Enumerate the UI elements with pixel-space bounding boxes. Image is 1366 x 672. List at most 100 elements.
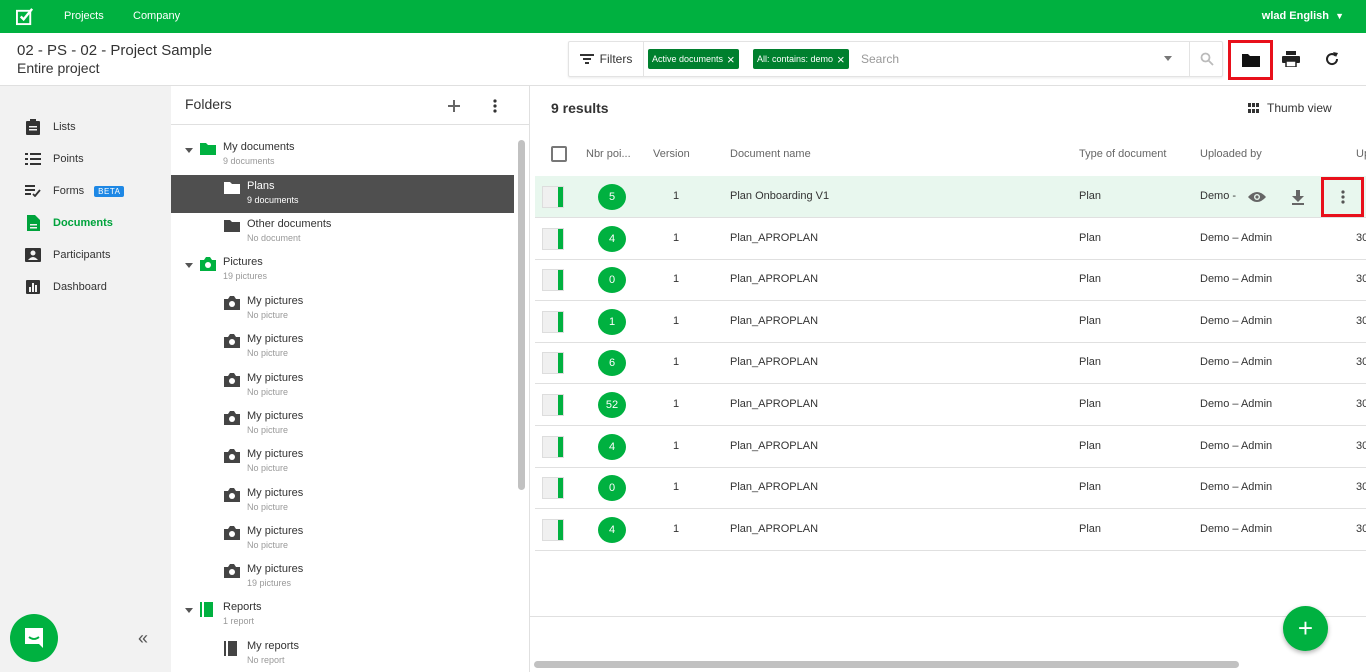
document-type-cell: Plan — [1079, 231, 1102, 244]
download-button[interactable] — [1285, 184, 1311, 210]
folder-tree-item[interactable]: My reports No report — [171, 635, 514, 672]
uploaded-cell: 30 — [1356, 439, 1366, 452]
table-row[interactable]: 4 1 Plan_APROPLAN Plan Demo – Admin 30 — [535, 426, 1366, 468]
folder-tree-item[interactable]: My pictures No picture — [171, 328, 514, 366]
folder-count: 9 documents — [247, 195, 299, 205]
document-thumbnail[interactable] — [542, 310, 564, 333]
document-thumbnail[interactable] — [542, 394, 564, 416]
table-row[interactable]: 5 1 Plan Onboarding V1 Plan Demo - — [535, 176, 1366, 218]
folder-tree-item[interactable]: Plans 9 documents — [171, 175, 514, 213]
table-row[interactable]: 6 1 Plan_APROPLAN Plan Demo – Admin 30 — [535, 342, 1366, 385]
close-icon[interactable]: × — [837, 53, 845, 66]
folder-tree-item[interactable]: My pictures No picture — [171, 520, 514, 558]
refresh-button[interactable] — [1313, 41, 1351, 77]
user-menu[interactable]: wlad English ▼ — [1262, 10, 1344, 22]
folder-scrollbar-thumb[interactable] — [518, 140, 525, 490]
document-thumbnail[interactable] — [542, 518, 564, 541]
document-name-cell: Plan_APROPLAN — [730, 481, 819, 494]
camera-icon — [224, 373, 240, 389]
points-badge: 4 — [598, 516, 626, 543]
column-header-version[interactable]: Version — [653, 148, 690, 160]
table-row[interactable]: 0 1 Plan_APROPLAN Plan Demo – Admin 30 — [535, 259, 1366, 302]
collapse-sidebar-icon[interactable]: « — [138, 628, 148, 649]
column-header-points[interactable]: Nbr poi... — [586, 148, 631, 160]
checklist-icon — [25, 183, 41, 199]
document-name-cell: Plan_APROPLAN — [730, 356, 819, 369]
project-scope[interactable]: Entire project — [17, 60, 99, 76]
thumb-view-button[interactable]: Thumb view — [1248, 101, 1332, 115]
table-row[interactable]: 4 1 Plan_APROPLAN Plan Demo – Admin 30 — [535, 509, 1366, 551]
more-vertical-icon — [1340, 190, 1345, 204]
camera-icon — [200, 257, 216, 273]
document-thumbnail[interactable] — [542, 477, 564, 500]
filters-button[interactable]: Filters — [569, 42, 644, 76]
table-row[interactable]: 52 1 Plan_APROPLAN Plan Demo – Admin 30 — [535, 384, 1366, 426]
close-icon[interactable]: × — [727, 53, 735, 66]
row-more-button[interactable] — [1321, 177, 1364, 217]
top-bar: Projects Company wlad English ▼ — [0, 0, 1366, 33]
points-badge: 1 — [598, 308, 626, 335]
uploaded-by-cell: Demo – Admin — [1200, 356, 1273, 369]
search-input[interactable]: Search — [861, 52, 899, 66]
folder-tree-item[interactable]: My pictures No picture — [171, 290, 514, 328]
folder-tree-item[interactable]: Pictures 19 pictures — [171, 251, 514, 289]
folder-tree-item[interactable]: My pictures No picture — [171, 367, 514, 405]
folder-tree-item[interactable]: My pictures 19 pictures — [171, 558, 514, 596]
folder-name: My pictures — [247, 448, 304, 460]
folder-tree-item[interactable]: Other documents No document — [171, 213, 514, 251]
uploaded-cell: 30 — [1356, 356, 1366, 369]
add-folder-button[interactable] — [443, 95, 465, 117]
sidebar-item-lists[interactable]: Lists — [25, 117, 76, 137]
document-thumbnail[interactable] — [542, 227, 564, 250]
dropdown-caret-icon[interactable] — [1164, 56, 1172, 61]
sidebar-item-forms[interactable]: Forms BETA — [25, 181, 125, 201]
column-header-document-name[interactable]: Document name — [730, 148, 811, 160]
nav-projects[interactable]: Projects — [64, 10, 104, 22]
column-header-uploaded-by[interactable]: Uploaded by — [1200, 148, 1262, 160]
uploaded-by-cell: Demo – Admin — [1200, 273, 1273, 286]
folder-tree-item[interactable]: My pictures No picture — [171, 482, 514, 520]
sidebar-item-participants[interactable]: Participants — [25, 245, 110, 265]
column-header-type[interactable]: Type of document — [1079, 148, 1166, 160]
table-row[interactable]: 1 1 Plan_APROPLAN Plan Demo – Admin 30 — [535, 301, 1366, 343]
view-button[interactable] — [1244, 184, 1270, 210]
expand-caret-icon[interactable] — [185, 263, 193, 268]
horizontal-scrollbar[interactable] — [534, 661, 1239, 668]
sidebar-item-documents[interactable]: Documents — [25, 213, 113, 233]
folder-view-button[interactable] — [1228, 40, 1273, 80]
document-thumbnail[interactable] — [542, 435, 564, 458]
table-row[interactable]: 0 1 Plan_APROPLAN Plan Demo – Admin 30 — [535, 467, 1366, 510]
document-thumbnail[interactable] — [542, 352, 564, 375]
sidebar-item-points[interactable]: Points — [25, 149, 84, 169]
add-document-button[interactable]: + — [1283, 606, 1328, 651]
folder-tree-item[interactable]: My pictures No picture — [171, 443, 514, 481]
version-cell: 1 — [673, 190, 680, 202]
column-header-uploaded[interactable]: Up — [1356, 148, 1366, 160]
chat-widget-button[interactable] — [10, 614, 58, 662]
search-button[interactable] — [1189, 42, 1223, 76]
uploaded-by-cell: Demo – Admin — [1200, 522, 1273, 535]
document-thumbnail[interactable] — [542, 269, 564, 292]
folder-count: No picture — [247, 463, 289, 473]
folder-name: Reports — [223, 601, 262, 613]
select-all-checkbox[interactable] — [551, 146, 567, 162]
document-type-cell: Plan — [1079, 439, 1102, 452]
document-thumbnail[interactable] — [542, 186, 564, 208]
eye-icon — [1248, 192, 1266, 202]
nav-company[interactable]: Company — [133, 10, 180, 22]
document-name-cell: Plan_APROPLAN — [730, 398, 819, 410]
expand-caret-icon[interactable] — [185, 608, 193, 613]
folder-tree-item[interactable]: My pictures No picture — [171, 405, 514, 443]
sidebar-item-dashboard[interactable]: Dashboard — [25, 277, 107, 297]
folder-tree-item[interactable]: Reports 1 report — [171, 596, 514, 634]
sidebar-item-label: Points — [53, 153, 84, 165]
folders-menu-button[interactable] — [484, 95, 506, 117]
folders-header: Folders — [171, 86, 530, 125]
table-row[interactable]: 4 1 Plan_APROPLAN Plan Demo – Admin 30 — [535, 218, 1366, 260]
print-button[interactable] — [1272, 41, 1310, 77]
folder-count: No picture — [247, 348, 289, 358]
folder-tree-item[interactable]: My documents 9 documents — [171, 136, 514, 174]
camera-icon — [224, 488, 240, 504]
expand-caret-icon[interactable] — [185, 148, 193, 153]
app-logo-icon[interactable] — [16, 7, 35, 26]
